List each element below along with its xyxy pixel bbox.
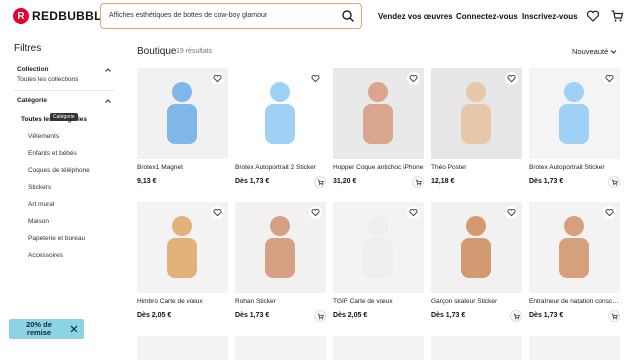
nav-signup-link[interactable]: Inscrivez-vous	[522, 12, 578, 21]
product-image[interactable]	[235, 68, 326, 159]
search-value: Affiches esthétiques de bottes de cow-bo…	[109, 12, 268, 19]
product-price: Dès 1,73 €	[529, 312, 564, 319]
product-card[interactable]: Théo Poster 12,18 €	[431, 68, 522, 193]
product-card[interactable]: Entraîneur de natation conscie... Dès 1,7…	[529, 202, 620, 327]
product-title[interactable]: Entraîneur de natation conscie...	[529, 298, 620, 305]
product-image[interactable]	[529, 336, 620, 360]
product-card[interactable]: Garçon skateur Sticker Dès 1,73 €	[431, 202, 522, 327]
product-title[interactable]: Hopper Coque antichoc iPhone	[333, 164, 424, 171]
promo-banner[interactable]: 20% de remise	[9, 319, 84, 339]
product-price: 31,20 €	[333, 178, 357, 185]
favorite-heart-icon[interactable]	[211, 206, 224, 219]
product-card[interactable]: Himbro Carte de vœux Dès 2,05 €	[137, 202, 228, 327]
product-image[interactable]	[235, 202, 326, 293]
product-card[interactable]: TGIF Carte de vœux Dès 2,05 €	[333, 202, 424, 327]
product-image[interactable]	[333, 68, 424, 159]
product-image[interactable]	[431, 202, 522, 293]
product-title[interactable]: Himbro Carte de vœux	[137, 298, 228, 305]
product-image[interactable]	[333, 336, 424, 360]
result-count: 19 résultats	[176, 48, 213, 55]
favorite-heart-icon[interactable]	[407, 72, 420, 85]
product-image[interactable]	[137, 336, 228, 360]
add-to-cart-icon[interactable]	[314, 310, 326, 322]
product-title[interactable]: Brotex1 Magnet	[137, 164, 228, 171]
redbubble-logo[interactable]: R REDBUBBLE	[13, 8, 110, 24]
logo-mark-icon: R	[13, 8, 29, 24]
favorite-heart-icon[interactable]	[505, 72, 518, 85]
product-image[interactable]	[431, 336, 522, 360]
product-image[interactable]	[137, 202, 228, 293]
product-card[interactable]: Brotex1 Magnet 9,13 €	[137, 68, 228, 193]
add-to-cart-icon[interactable]	[608, 176, 620, 188]
add-to-cart-icon[interactable]	[608, 310, 620, 322]
product-title[interactable]: Brotex Autoportrait 2 Sticker	[235, 164, 326, 171]
product-image[interactable]	[529, 202, 620, 293]
product-price: Dès 1,73 €	[431, 312, 466, 319]
chevron-down-icon[interactable]	[610, 48, 617, 55]
promo-text: 20% de remise	[26, 320, 52, 337]
sidebar-divider	[14, 90, 114, 91]
product-title[interactable]: Rohan Sticker	[235, 298, 326, 305]
filters-title: Filtres	[14, 43, 42, 54]
category-item[interactable]: Enfants et bébés	[28, 150, 77, 157]
search-input[interactable]: Affiches esthétiques de bottes de cow-bo…	[100, 3, 362, 29]
category-heading[interactable]: Catégorie	[17, 97, 47, 104]
product-title[interactable]: TGIF Carte de vœux	[333, 298, 424, 305]
chevron-up-icon[interactable]	[104, 66, 112, 74]
category-item[interactable]: Papeterie et bureau	[28, 235, 85, 242]
collection-all-link[interactable]: Toutes les collections	[17, 76, 78, 83]
product-price: Dès 1,73 €	[235, 312, 270, 319]
favorite-heart-icon[interactable]	[309, 72, 322, 85]
product-price: Dès 1,73 €	[235, 178, 270, 185]
product-image[interactable]	[235, 336, 326, 360]
favorite-heart-icon[interactable]	[309, 206, 322, 219]
heart-icon[interactable]	[586, 9, 600, 23]
favorite-heart-icon[interactable]	[407, 206, 420, 219]
product-image[interactable]	[137, 68, 228, 159]
page-title: Boutique	[137, 46, 177, 57]
sort-select[interactable]: Nouveauté	[572, 47, 608, 56]
close-icon[interactable]	[70, 325, 78, 333]
category-item[interactable]: Vêtements	[28, 133, 59, 140]
search-icon[interactable]	[341, 9, 355, 23]
favorite-heart-icon[interactable]	[505, 206, 518, 219]
product-price: Dès 2,05 €	[333, 312, 368, 319]
product-image[interactable]	[333, 202, 424, 293]
product-price: Dès 1,73 €	[529, 178, 564, 185]
product-card[interactable]: Hopper Coque antichoc iPhone 31,20 €	[333, 68, 424, 193]
chevron-up-icon[interactable]	[104, 97, 112, 105]
product-card[interactable]: Rohan Sticker Dès 1,73 €	[235, 202, 326, 327]
logo-text: REDBUBBLE	[32, 9, 111, 23]
add-to-cart-icon[interactable]	[510, 310, 522, 322]
add-to-cart-icon[interactable]	[412, 176, 424, 188]
filters-sidebar: Filtres Collection Toutes les collection…	[0, 34, 124, 360]
product-price: 12,18 €	[431, 178, 455, 185]
nav-login-link[interactable]: Connectez-vous	[456, 12, 518, 21]
product-price: Dès 2,05 €	[137, 312, 172, 319]
category-item[interactable]: Accessoires	[28, 252, 63, 259]
cart-icon[interactable]	[610, 9, 624, 23]
category-item[interactable]: Maison	[28, 218, 49, 225]
product-card[interactable]: Brotex Autoportrait 2 Sticker Dès 1,73 €	[235, 68, 326, 193]
product-title[interactable]: Garçon skateur Sticker	[431, 298, 522, 305]
product-title[interactable]: Brotex Autoportrait Sticker	[529, 164, 620, 171]
product-title[interactable]: Théo Poster	[431, 164, 522, 171]
favorite-heart-icon[interactable]	[603, 72, 616, 85]
nav-sell-link[interactable]: Vendez vos œuvres	[378, 12, 453, 21]
category-item[interactable]: Art mural	[28, 201, 54, 208]
add-to-cart-icon[interactable]	[314, 176, 326, 188]
product-card[interactable]: Brotex Autoportrait Sticker Dès 1,73 €	[529, 68, 620, 193]
favorite-heart-icon[interactable]	[603, 206, 616, 219]
site-header: R REDBUBBLE Affiches esthétiques de bott…	[0, 0, 640, 34]
product-image[interactable]	[431, 68, 522, 159]
collection-heading[interactable]: Collection	[17, 66, 48, 73]
product-image[interactable]	[529, 68, 620, 159]
product-price: 9,13 €	[137, 178, 157, 185]
category-item[interactable]: Stickers	[28, 184, 51, 191]
favorite-heart-icon[interactable]	[211, 72, 224, 85]
category-item[interactable]: Coques de téléphone	[28, 167, 90, 174]
category-tooltip: Catégorie	[50, 113, 78, 121]
